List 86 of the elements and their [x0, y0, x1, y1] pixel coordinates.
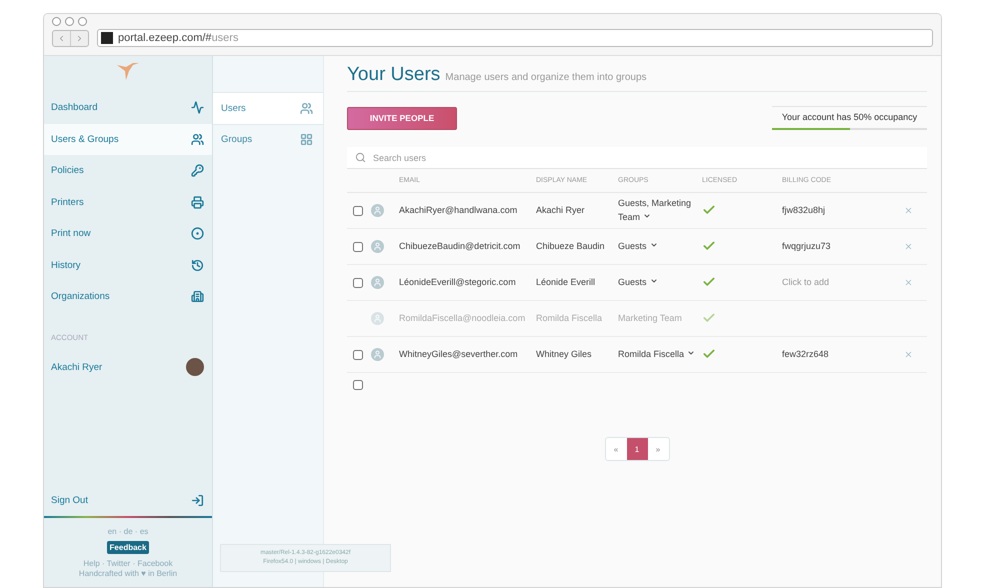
table-cell-text: Akachi Ryer — [536, 204, 586, 217]
users-icon — [191, 132, 204, 146]
page-title: Your Users — [347, 64, 440, 86]
caret-icon — [643, 212, 652, 220]
sidebar-item[interactable]: Policies — [44, 155, 212, 186]
table-cell-text: Léonide Everill — [536, 276, 596, 289]
table-cell: fwqgrjuzu73 — [782, 240, 831, 251]
avatar-circle — [186, 358, 204, 376]
groups-cell[interactable]: Guests — [618, 276, 702, 290]
row-checkbox[interactable] — [353, 242, 363, 252]
sidebar-item[interactable]: Print now — [44, 218, 212, 250]
footer-link[interactable]: Twitter — [106, 559, 130, 568]
footer-credit: Handcrafted with ♥ in Berlin — [78, 569, 178, 578]
table-cell: fjw832u8hj — [782, 204, 826, 215]
occupancy-text: Your account has 50% occupancy — [780, 111, 918, 124]
table-cell-text: WhitneyGiles@severther.com — [399, 348, 519, 361]
groups-cell-text: Marketing Team — [618, 312, 683, 325]
footer-link[interactable]: Help — [83, 559, 100, 568]
sidebar-item[interactable]: Dashboard — [44, 92, 212, 124]
sidebar-item[interactable]: Organizations — [44, 281, 212, 312]
grid-icon — [300, 133, 313, 146]
target-icon — [191, 227, 204, 240]
building-icon — [191, 290, 204, 304]
search-bar[interactable]: Search users — [347, 147, 927, 169]
page-button[interactable]: 1 — [626, 438, 648, 460]
user-avatar-icon — [371, 312, 384, 325]
user-avatar-icon — [371, 276, 384, 289]
table-cell-text: Whitney Giles — [536, 348, 593, 361]
address-bar[interactable]: portal.ezeep.com/#users — [97, 29, 933, 47]
bird-logo — [116, 60, 140, 82]
feedback-button[interactable]: Feedback — [106, 541, 150, 554]
language-link[interactable]: en — [108, 527, 117, 536]
language-link[interactable]: es — [140, 527, 148, 536]
caret-icon — [687, 348, 696, 357]
prev-page-button[interactable]: « — [606, 438, 626, 460]
select-all-checkbox[interactable] — [353, 380, 363, 390]
table-cell-text: RomildaFiscella@noodleia.com — [399, 312, 526, 325]
groups-cell[interactable]: Guests, Marketing Team — [618, 197, 702, 224]
back-icon — [57, 34, 66, 42]
sidebar-item[interactable]: Users & Groups — [44, 124, 212, 155]
printer-icon — [191, 196, 204, 209]
close-icon — [904, 206, 913, 215]
footer-link[interactable]: Facebook — [137, 559, 173, 568]
table-cell: few32rz648 — [782, 348, 829, 359]
caret-icon — [650, 240, 658, 249]
separator: · — [134, 527, 139, 536]
sign-out-icon — [191, 494, 204, 507]
table-cell-text: LéonideEverill@stegoric.com — [399, 276, 517, 289]
activity-icon — [191, 101, 204, 114]
search-icon — [355, 152, 366, 163]
separator: · — [132, 559, 136, 568]
site-icon — [101, 32, 113, 44]
forward-icon — [75, 34, 84, 42]
close-icon — [904, 242, 913, 251]
table-cell-text: AkachiRyer@handlwana.com — [399, 204, 518, 217]
user-avatar-icon — [371, 204, 384, 217]
invite-button[interactable]: INVITE PEOPLE — [347, 106, 457, 130]
users-icon — [300, 102, 313, 115]
language-link[interactable]: de — [124, 527, 133, 536]
separator: · — [118, 527, 123, 536]
account-item[interactable]: Akachi Ryer — [44, 352, 212, 383]
sidebar-item[interactable]: History — [44, 250, 212, 281]
next-page-button[interactable]: » — [648, 438, 668, 460]
billing-code-placeholder[interactable]: Click to add — [782, 276, 830, 287]
sidebar-item[interactable]: Printers — [44, 186, 212, 218]
user-avatar-icon — [371, 240, 384, 253]
caret-icon — [650, 276, 658, 285]
row-checkbox[interactable] — [353, 206, 363, 216]
user-avatar-icon — [371, 348, 384, 361]
table-cell-text: ChibuezeBaudin@detricit.com — [399, 240, 522, 253]
groups-cell[interactable]: Romilda Fiscella — [618, 348, 702, 362]
subnav-item[interactable]: Users — [213, 92, 323, 124]
groups-cell[interactable]: Guests — [618, 240, 702, 254]
key-icon — [191, 164, 204, 178]
page-subtitle: Manage users and organize them into groups — [445, 72, 647, 83]
close-icon — [904, 278, 913, 287]
search-field[interactable]: Search users — [371, 152, 919, 164]
row-checkbox[interactable] — [353, 278, 363, 288]
row-checkbox[interactable] — [353, 350, 363, 360]
close-icon — [904, 350, 913, 359]
table-cell-text: Romilda Fiscella — [536, 312, 604, 325]
table-cell-text: Chibueze Baudin — [536, 240, 606, 253]
sign-out-item[interactable]: Sign Out — [44, 484, 212, 516]
separator: · — [101, 559, 106, 568]
subnav-item[interactable]: Groups — [213, 124, 323, 155]
history-icon — [191, 258, 204, 272]
